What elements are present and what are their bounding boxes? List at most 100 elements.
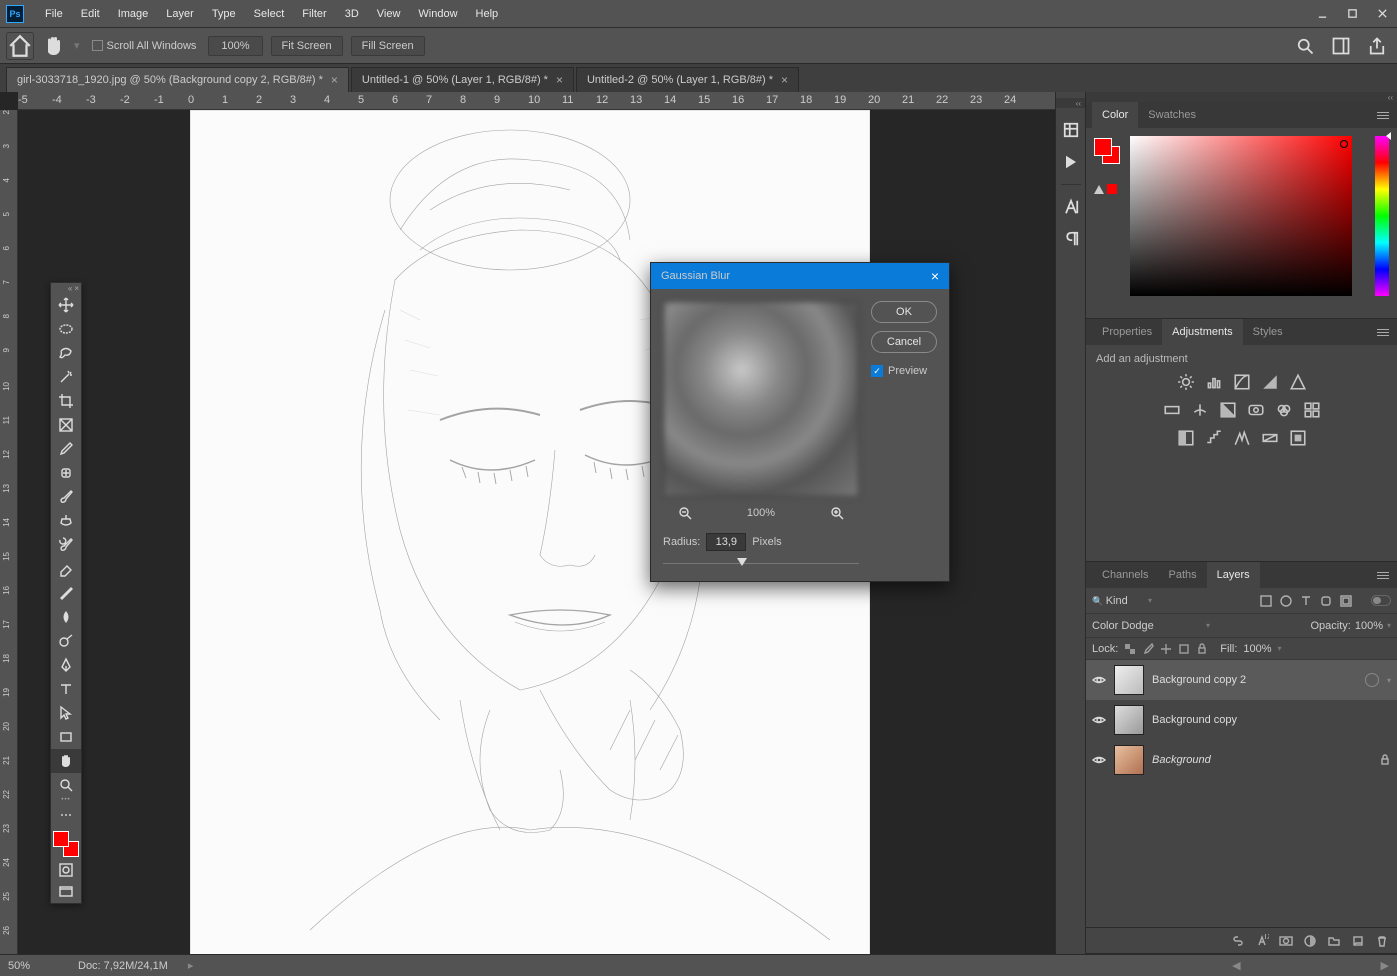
tab-properties[interactable]: Properties xyxy=(1092,319,1162,345)
adjustment-layer-icon[interactable] xyxy=(1303,934,1317,948)
pen-tool[interactable] xyxy=(51,653,81,677)
status-doc-size[interactable]: Doc: 7,92M/24,1M xyxy=(78,960,168,972)
hand-tool[interactable] xyxy=(51,749,81,773)
screen-mode-button[interactable] xyxy=(51,881,81,903)
menu-type[interactable]: Type xyxy=(203,0,245,28)
preview-checkbox[interactable]: ✓Preview xyxy=(871,365,937,377)
gradient-tool[interactable] xyxy=(51,581,81,605)
photo-filter-icon[interactable] xyxy=(1247,401,1265,419)
zoom-out-icon[interactable] xyxy=(677,505,693,521)
color-swatches[interactable] xyxy=(51,829,81,859)
close-icon[interactable]: × xyxy=(331,73,338,87)
channel-mixer-icon[interactable] xyxy=(1275,401,1293,419)
document-tab[interactable]: Untitled-1 @ 50% (Layer 1, RGB/8#) *× xyxy=(351,67,574,92)
layer-thumbnail[interactable] xyxy=(1114,705,1144,735)
gamut-warning-icon[interactable] xyxy=(1094,184,1117,194)
toolbox-grip[interactable]: «× xyxy=(51,283,81,293)
layer-style-icon[interactable]: fx xyxy=(1255,934,1269,948)
history-panel-icon[interactable] xyxy=(1061,120,1081,140)
scroll-all-windows-checkbox[interactable]: Scroll All Windows xyxy=(88,40,201,52)
dodge-tool[interactable] xyxy=(51,629,81,653)
eyedropper-tool[interactable] xyxy=(51,437,81,461)
group-icon[interactable] xyxy=(1327,934,1341,948)
window-minimize-button[interactable] xyxy=(1307,3,1337,25)
tab-channels[interactable]: Channels xyxy=(1092,562,1158,588)
levels-icon[interactable] xyxy=(1205,373,1223,391)
eraser-tool[interactable] xyxy=(51,557,81,581)
move-tool[interactable] xyxy=(51,293,81,317)
vibrance-icon[interactable] xyxy=(1289,373,1307,391)
fill-value[interactable]: 100% xyxy=(1243,643,1271,655)
layer-name[interactable]: Background copy 2 xyxy=(1152,674,1357,686)
color-balance-icon[interactable] xyxy=(1191,401,1209,419)
layer-mask-icon[interactable] xyxy=(1279,934,1293,948)
lock-pixels-icon[interactable] xyxy=(1142,643,1154,655)
marquee-tool[interactable] xyxy=(51,317,81,341)
panel-menu-icon[interactable] xyxy=(1377,325,1391,339)
menu-select[interactable]: Select xyxy=(245,0,294,28)
menu-file[interactable]: File xyxy=(36,0,72,28)
gradient-map-icon[interactable] xyxy=(1261,429,1279,447)
filter-shape-icon[interactable] xyxy=(1319,594,1333,608)
window-close-button[interactable] xyxy=(1367,3,1397,25)
layer-item[interactable]: Background xyxy=(1086,740,1397,780)
tab-color[interactable]: Color xyxy=(1092,102,1138,128)
tab-swatches[interactable]: Swatches xyxy=(1138,102,1206,128)
blur-tool[interactable] xyxy=(51,605,81,629)
layer-name[interactable]: Background xyxy=(1152,754,1371,766)
edit-toolbar-button[interactable] xyxy=(51,803,81,827)
dialog-close-button[interactable]: × xyxy=(931,268,939,284)
zoom-in-icon[interactable] xyxy=(829,505,845,521)
tab-styles[interactable]: Styles xyxy=(1243,319,1293,345)
color-lookup-icon[interactable] xyxy=(1303,401,1321,419)
link-layers-icon[interactable] xyxy=(1231,934,1245,948)
menu-layer[interactable]: Layer xyxy=(157,0,203,28)
clone-stamp-tool[interactable] xyxy=(51,509,81,533)
zoom-tool[interactable] xyxy=(51,773,81,797)
healing-brush-tool[interactable] xyxy=(51,461,81,485)
character-panel-icon[interactable] xyxy=(1061,197,1081,217)
blend-mode-dropdown[interactable]: Color Dodge xyxy=(1092,620,1202,632)
brightness-contrast-icon[interactable] xyxy=(1177,373,1195,391)
opacity-value[interactable]: 100% xyxy=(1355,620,1383,632)
hue-saturation-icon[interactable] xyxy=(1163,401,1181,419)
close-icon[interactable]: × xyxy=(781,73,788,87)
menu-image[interactable]: Image xyxy=(109,0,158,28)
layer-name[interactable]: Background copy xyxy=(1152,714,1391,726)
new-layer-icon[interactable] xyxy=(1351,934,1365,948)
dialog-titlebar[interactable]: Gaussian Blur × xyxy=(651,263,949,289)
filter-adjustment-icon[interactable] xyxy=(1279,594,1293,608)
panel-menu-icon[interactable] xyxy=(1377,108,1391,122)
tab-paths[interactable]: Paths xyxy=(1158,562,1206,588)
zoom-percent-button[interactable]: 100% xyxy=(208,36,262,56)
panel-menu-icon[interactable] xyxy=(1377,568,1391,582)
lasso-tool[interactable] xyxy=(51,341,81,365)
menu-view[interactable]: View xyxy=(368,0,410,28)
invert-icon[interactable] xyxy=(1177,429,1195,447)
panel-color-swatches[interactable] xyxy=(1094,138,1120,164)
share-icon[interactable] xyxy=(1367,36,1387,56)
status-arrow-icon[interactable]: ▸ xyxy=(188,959,194,972)
menu-filter[interactable]: Filter xyxy=(293,0,335,28)
visibility-icon[interactable] xyxy=(1092,713,1106,727)
layer-item[interactable]: Background copy xyxy=(1086,700,1397,740)
home-button[interactable] xyxy=(6,32,34,60)
radius-slider[interactable] xyxy=(663,555,859,569)
smart-filter-icon[interactable] xyxy=(1365,673,1379,687)
exposure-icon[interactable] xyxy=(1261,373,1279,391)
selective-color-icon[interactable] xyxy=(1289,429,1307,447)
window-maximize-button[interactable] xyxy=(1337,3,1367,25)
search-icon[interactable] xyxy=(1295,36,1315,56)
frame-tool[interactable] xyxy=(51,413,81,437)
filter-type-icon[interactable] xyxy=(1299,594,1313,608)
tab-layers[interactable]: Layers xyxy=(1207,562,1260,588)
paragraph-panel-icon[interactable] xyxy=(1061,229,1081,249)
history-brush-tool[interactable] xyxy=(51,533,81,557)
radius-input[interactable] xyxy=(706,533,746,551)
menu-3d[interactable]: 3D xyxy=(336,0,368,28)
color-saturation-picker[interactable] xyxy=(1130,136,1352,296)
filter-toggle[interactable] xyxy=(1371,595,1391,606)
black-white-icon[interactable] xyxy=(1219,401,1237,419)
filter-smart-icon[interactable] xyxy=(1339,594,1353,608)
workspace-icon[interactable] xyxy=(1331,36,1351,56)
